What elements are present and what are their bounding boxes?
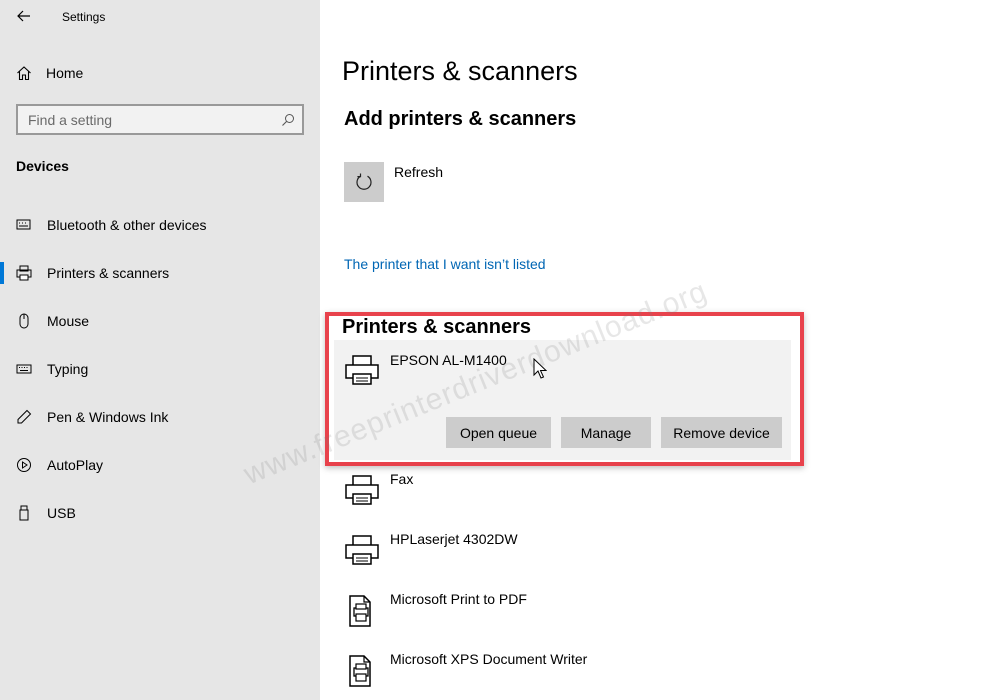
autoplay-icon xyxy=(0,457,47,473)
sidebar-item-label: USB xyxy=(47,505,76,521)
add-printers-heading: Add printers & scanners xyxy=(344,108,577,130)
back-arrow-icon xyxy=(17,10,30,22)
keyboard-icon xyxy=(0,361,47,377)
device-row-hplaserjet[interactable]: HPLaserjet 4302DW xyxy=(334,528,791,584)
device-row-fax[interactable]: Fax xyxy=(334,468,791,524)
sidebar-nav: Bluetooth & other devices Printers & sca… xyxy=(0,201,320,537)
bluetooth-keyboard-icon xyxy=(0,217,47,233)
sidebar: Settings Home Find a setting Devices Blu… xyxy=(0,0,320,700)
app-title: Settings xyxy=(62,10,106,24)
device-name: Microsoft Print to PDF xyxy=(390,591,527,607)
device-name: Fax xyxy=(390,471,414,487)
sidebar-item-pen[interactable]: Pen & Windows Ink xyxy=(0,393,320,441)
sidebar-item-printers[interactable]: Printers & scanners xyxy=(0,249,320,297)
mouse-icon xyxy=(0,313,47,329)
sidebar-item-label: Mouse xyxy=(47,313,90,329)
device-row-print-to-pdf[interactable]: Microsoft Print to PDF xyxy=(334,588,791,644)
page-title: Printers & scanners xyxy=(342,56,578,86)
device-name: Microsoft XPS Document Writer xyxy=(390,651,588,667)
sidebar-item-label: Pen & Windows Ink xyxy=(47,409,169,425)
pen-icon xyxy=(0,409,47,425)
remove-device-button[interactable]: Remove device xyxy=(661,417,782,448)
section-label: Devices xyxy=(16,158,69,174)
usb-icon xyxy=(0,505,47,521)
sidebar-item-autoplay[interactable]: AutoPlay xyxy=(0,441,320,489)
home-label: Home xyxy=(46,65,84,81)
printer-icon xyxy=(344,354,380,391)
sidebar-item-mouse[interactable]: Mouse xyxy=(0,297,320,345)
refresh-button[interactable] xyxy=(344,162,384,202)
open-queue-button[interactable]: Open queue xyxy=(446,417,551,448)
printer-icon xyxy=(344,534,380,571)
mouse-cursor-icon xyxy=(533,358,547,379)
search-icon[interactable] xyxy=(274,113,302,127)
back-button[interactable] xyxy=(10,4,38,28)
device-name: EPSON AL-M1400 xyxy=(390,352,507,368)
printers-list-heading: Printers & scanners xyxy=(342,316,531,338)
sidebar-item-label: AutoPlay xyxy=(47,457,104,473)
printer-icon xyxy=(0,265,47,281)
title-bar: Settings xyxy=(0,0,320,34)
main-content: Printers & scanners Add printers & scann… xyxy=(320,0,993,700)
device-name: HPLaserjet 4302DW xyxy=(390,531,518,547)
sidebar-item-label: Printers & scanners xyxy=(47,265,170,281)
pdf-printer-icon xyxy=(344,594,380,633)
printer-not-listed-link[interactable]: The printer that I want isn’t listed xyxy=(344,256,546,272)
refresh-icon xyxy=(356,173,372,190)
pdf-printer-icon xyxy=(344,654,380,693)
sidebar-item-typing[interactable]: Typing xyxy=(0,345,320,393)
sidebar-item-label: Bluetooth & other devices xyxy=(47,217,207,233)
search-placeholder: Find a setting xyxy=(28,111,113,128)
device-row-xps-writer[interactable]: Microsoft XPS Document Writer xyxy=(334,648,791,700)
selected-device-card[interactable]: EPSON AL-M1400 Open queue Manage Remove … xyxy=(334,340,791,460)
refresh-label[interactable]: Refresh xyxy=(394,164,443,180)
manage-button[interactable]: Manage xyxy=(561,417,651,448)
search-input[interactable]: Find a setting xyxy=(16,104,304,135)
sidebar-item-label: Typing xyxy=(47,361,89,377)
home-icon xyxy=(0,65,46,81)
sidebar-item-usb[interactable]: USB xyxy=(0,489,320,537)
sidebar-item-bluetooth[interactable]: Bluetooth & other devices xyxy=(0,201,320,249)
home-nav-item[interactable]: Home xyxy=(0,58,320,88)
printer-icon xyxy=(344,474,380,511)
